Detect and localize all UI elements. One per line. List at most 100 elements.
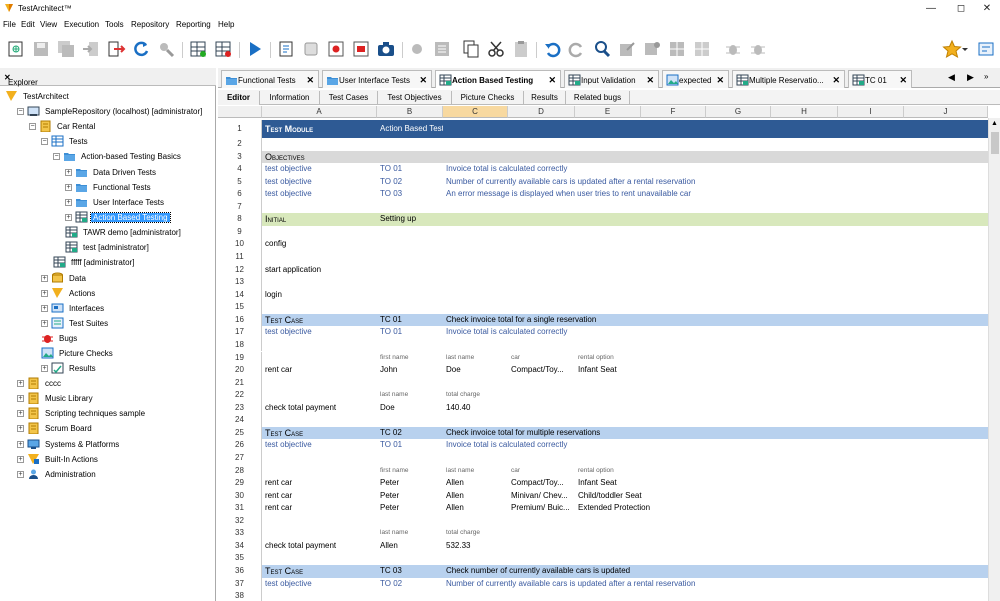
row-number[interactable]: 7 <box>218 200 262 214</box>
grid-cell[interactable]: 532.33 <box>443 540 508 553</box>
close-tab-icon[interactable]: ✕ <box>832 75 840 86</box>
expand-toggle-icon[interactable]: + <box>65 184 72 191</box>
breakpoint-icon[interactable] <box>407 39 427 59</box>
refresh-icon[interactable] <box>131 39 151 59</box>
tab-multiple-reservatio[interactable]: Multiple Reservatio... ✕ <box>732 70 845 88</box>
grid-cell[interactable]: last name <box>443 465 508 478</box>
find-icon[interactable] <box>156 39 176 59</box>
tab-expected[interactable]: expected ✕ <box>662 70 729 88</box>
import-icon[interactable] <box>81 39 101 59</box>
expand-toggle-icon[interactable]: + <box>17 395 24 402</box>
row-number[interactable]: 4 <box>218 163 262 176</box>
grid-cell[interactable]: login <box>262 289 377 302</box>
grid-cell[interactable]: Infant Seat <box>575 364 655 377</box>
close-tab-icon[interactable]: ✕ <box>306 75 314 86</box>
expand-toggle-icon[interactable]: + <box>17 471 24 478</box>
debug-icon[interactable] <box>723 39 743 59</box>
grid-cell[interactable]: Compact/Toy... <box>508 477 575 490</box>
perspective-icon[interactable] <box>976 39 996 59</box>
row-number[interactable]: 20 <box>218 364 262 377</box>
row-number[interactable]: 2 <box>218 138 262 151</box>
row-number[interactable]: 36 <box>218 565 262 578</box>
grid-cell[interactable]: rent car <box>262 364 377 377</box>
column-header-i[interactable]: I <box>838 106 904 118</box>
interface-viewer-icon[interactable] <box>276 39 296 59</box>
row-number[interactable]: 37 <box>218 577 262 591</box>
expand-toggle-icon[interactable]: + <box>17 425 24 432</box>
favorites-icon[interactable] <box>942 39 962 59</box>
column-header-j[interactable]: J <box>904 106 988 118</box>
grid-cell[interactable]: Invoice total is calculated correctly <box>443 439 743 452</box>
close-tab-icon[interactable]: ✕ <box>419 75 427 86</box>
grid-cell[interactable]: Number of currently available cars is up… <box>443 176 743 189</box>
grid-cell[interactable]: start application <box>262 264 377 277</box>
tab-action-based-testing[interactable]: Action Based Testing ✕ <box>435 70 561 88</box>
grid-cell[interactable]: check total payment <box>262 402 377 415</box>
paste-icon[interactable] <box>511 39 531 59</box>
save-all-icon[interactable] <box>56 39 76 59</box>
grid-cell[interactable]: Doe <box>443 364 508 377</box>
row-number[interactable]: 23 <box>218 401 262 415</box>
menu-edit[interactable]: Edit <box>21 20 35 29</box>
row-number[interactable]: 34 <box>218 539 262 553</box>
grid-icon[interactable] <box>667 39 687 59</box>
grid-cell[interactable]: TO 01 <box>377 163 443 176</box>
close-tab-icon[interactable]: ✕ <box>716 75 724 86</box>
grid-cell[interactable]: Objectives <box>262 151 377 164</box>
tab-scroll-right-icon[interactable]: ▶ <box>967 72 974 83</box>
grid-cell[interactable]: test objective <box>262 326 377 339</box>
explorer-tab[interactable]: Explorer ✕ <box>4 73 38 87</box>
grid-cell[interactable]: check total payment <box>262 540 377 553</box>
grid-cell[interactable]: config <box>262 238 377 251</box>
grid-cell[interactable]: Compact/Toy... <box>508 364 575 377</box>
expand-toggle-icon[interactable]: + <box>41 365 48 372</box>
tab-tc-01[interactable]: TC 01 ✕ <box>848 70 912 88</box>
column-header-b[interactable]: B <box>377 106 443 118</box>
row-number[interactable]: 16 <box>218 313 262 327</box>
expand-toggle-icon[interactable]: − <box>53 153 60 160</box>
console-icon[interactable] <box>432 39 452 59</box>
grid-cell[interactable]: TO 02 <box>377 176 443 189</box>
grid-cell[interactable]: Allen <box>377 540 443 553</box>
row-number[interactable]: 10 <box>218 238 262 251</box>
row-number[interactable]: 35 <box>218 552 262 565</box>
menu-file[interactable]: File <box>3 20 16 29</box>
grid-cell[interactable]: Allen <box>443 477 508 490</box>
grid-cell[interactable]: Child/toddler Seat <box>575 490 655 503</box>
grid-cell[interactable]: Test Module <box>262 120 377 138</box>
grid-cell[interactable]: test objective <box>262 578 377 591</box>
expand-toggle-icon[interactable]: − <box>29 123 36 130</box>
grid-corner[interactable] <box>218 106 262 118</box>
column-header-f[interactable]: F <box>641 106 706 118</box>
row-number[interactable]: 26 <box>218 439 262 452</box>
row-number[interactable]: 8 <box>218 213 262 226</box>
expand-toggle-icon[interactable]: + <box>65 199 72 206</box>
grid-cell[interactable]: TO 02 <box>377 578 443 591</box>
tab-overflow-icon[interactable]: » <box>984 72 988 81</box>
remove-row-icon[interactable] <box>213 39 233 59</box>
row-number[interactable]: 6 <box>218 188 262 201</box>
subtab-results[interactable]: Results <box>524 91 566 105</box>
grid-cell[interactable]: TC 01 <box>377 314 443 327</box>
row-number[interactable]: 11 <box>218 251 262 264</box>
row-number[interactable]: 13 <box>218 276 262 289</box>
grid-cell[interactable]: test objective <box>262 163 377 176</box>
row-number[interactable]: 25 <box>218 426 262 440</box>
grid-cell[interactable]: last name <box>377 389 443 402</box>
menu-tools[interactable]: Tools <box>105 20 124 29</box>
tab-scroll-left-icon[interactable]: ◀ <box>948 72 955 83</box>
copy-icon[interactable] <box>461 39 481 59</box>
column-header-d[interactable]: D <box>508 106 575 118</box>
menu-reporting[interactable]: Reporting <box>176 20 211 29</box>
row-number[interactable]: 5 <box>218 175 262 189</box>
expand-toggle-icon[interactable]: + <box>17 410 24 417</box>
grid-cell[interactable]: Test Case <box>262 314 377 327</box>
grid-cell[interactable]: TC 02 <box>377 427 443 440</box>
grid-cell[interactable]: Extended Protection <box>575 502 655 515</box>
row-number[interactable]: 19 <box>218 351 262 365</box>
expand-toggle-icon[interactable]: + <box>65 214 72 221</box>
grid-cell[interactable]: Peter <box>377 477 443 490</box>
grid-cell[interactable]: TC 03 <box>377 565 443 578</box>
grid-cell[interactable]: total charge <box>443 527 508 540</box>
expand-toggle-icon[interactable]: + <box>41 320 48 327</box>
